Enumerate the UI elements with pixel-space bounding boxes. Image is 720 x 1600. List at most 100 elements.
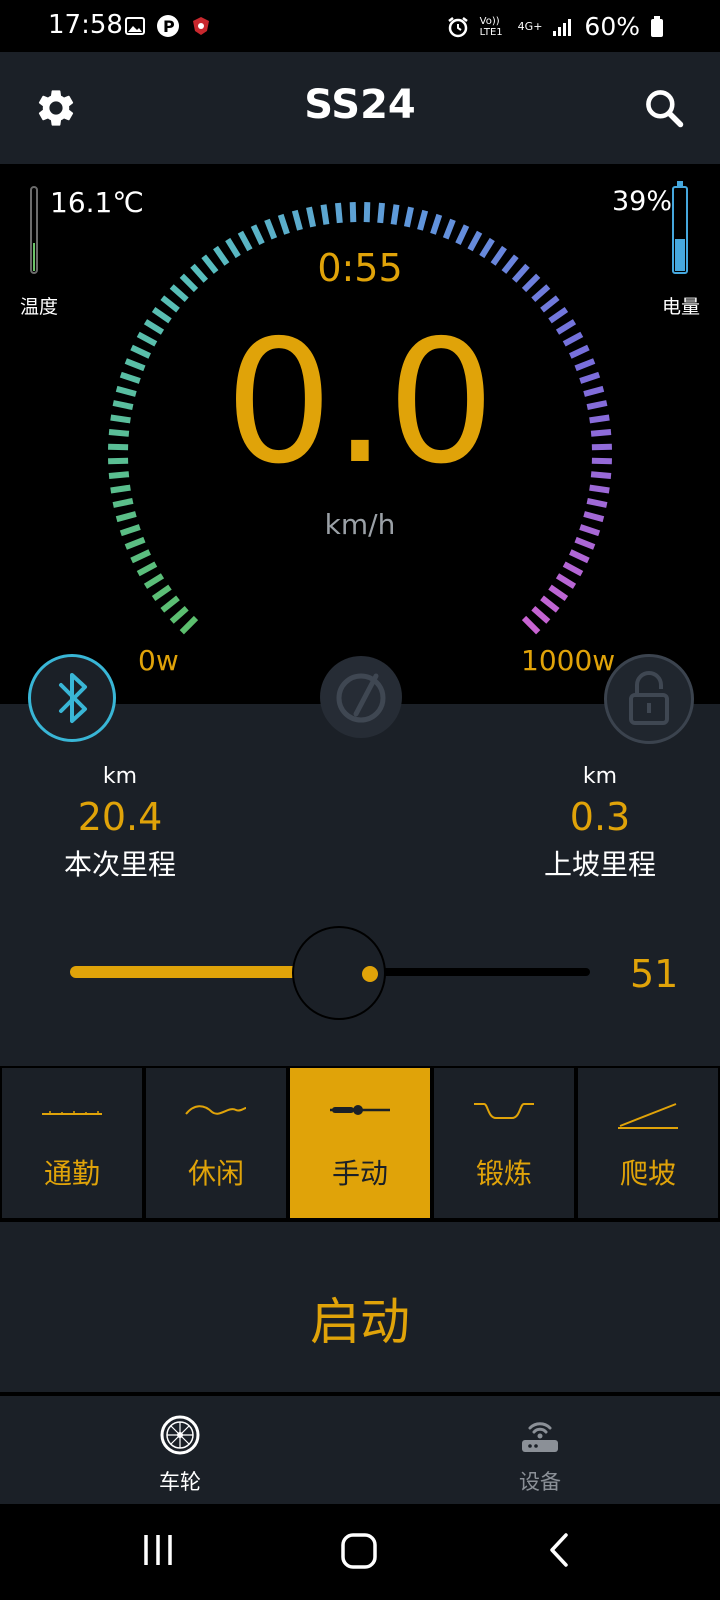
gauge-tick — [169, 605, 189, 624]
tab-device[interactable]: 设备 — [460, 1414, 620, 1496]
assist-slider-knob[interactable] — [292, 926, 386, 1020]
recent-apps-icon[interactable] — [140, 1532, 176, 1568]
gauge-tick — [320, 204, 330, 225]
commute-wave-icon — [42, 1111, 102, 1115]
battery-label: 电量 — [662, 296, 701, 318]
gauge-tick — [335, 202, 343, 224]
gauge-tick — [586, 497, 608, 508]
network-indicator: 4G+ — [517, 20, 543, 33]
mode-label: 通勤 — [43, 1157, 100, 1190]
climb-value: 0.3 — [569, 795, 631, 839]
tab-wheel[interactable]: 车轮 — [100, 1414, 260, 1496]
start-button[interactable]: 启动 — [0, 1282, 720, 1354]
shield-app-icon — [193, 17, 209, 35]
mode-commute[interactable]: 通勤 — [0, 1066, 144, 1220]
gauge-tick — [455, 224, 470, 245]
gauge-tick — [349, 202, 357, 223]
leisure-wave-icon — [185, 1105, 247, 1115]
app-bar: SS24 — [0, 52, 720, 164]
mode-leisure[interactable]: 休闲 — [144, 1066, 288, 1220]
bottom-tab-bar: 车轮 设备 — [0, 1394, 720, 1504]
mode-label: 爬坡 — [619, 1157, 676, 1190]
speed-value: 0.0 — [224, 304, 496, 502]
speed-unit: km/h — [324, 508, 396, 541]
power-min-label: 0w — [138, 644, 179, 677]
gauge-tick — [540, 295, 560, 313]
mode-manual[interactable]: 手动 — [288, 1066, 432, 1220]
climb-slope-icon — [618, 1103, 678, 1129]
status-battery-text: 60% — [584, 12, 640, 41]
bluetooth-icon — [59, 673, 87, 723]
gauge-tick — [442, 218, 456, 240]
exercise-curve-icon — [474, 1103, 534, 1119]
gauge-tick — [291, 209, 303, 231]
gauge-tick — [136, 561, 158, 577]
home-icon[interactable] — [340, 1532, 378, 1570]
gauge-tick — [589, 484, 610, 494]
gauge-tick — [160, 295, 180, 313]
gauge-tick — [548, 584, 569, 601]
gauge-tick — [562, 561, 584, 577]
gauge-tick — [390, 204, 400, 225]
unlock-icon — [629, 671, 669, 725]
svg-text:P: P — [163, 17, 175, 36]
gauge-tick — [250, 224, 265, 245]
climb-label: 上坡里程 — [543, 848, 656, 881]
router-icon — [522, 1422, 558, 1452]
wheel-icon — [160, 1415, 200, 1455]
gauge-tick — [112, 497, 134, 508]
manual-slider-icon — [330, 1105, 390, 1115]
gauge-tick — [403, 206, 414, 228]
gauge-tick — [430, 213, 443, 235]
climb-distance: km 0.3 上坡里程 — [490, 764, 710, 883]
gauge-tick — [363, 202, 371, 223]
status-time: 17:58 — [48, 10, 123, 40]
temperature-value: 16.1℃ — [50, 186, 144, 219]
tab-label: 车轮 — [159, 1470, 201, 1494]
bike-mode-button[interactable] — [320, 656, 402, 738]
mode-label: 手动 — [331, 1157, 388, 1190]
gauge-tick — [521, 615, 541, 635]
volte-indicator: Vo)) LTE1 — [479, 15, 503, 38]
rotate-icon — [336, 673, 386, 723]
gauge-tick — [377, 202, 385, 224]
gauge-tick — [540, 595, 560, 613]
mode-label: 锻炼 — [475, 1157, 532, 1190]
gauge-tick — [306, 206, 317, 228]
tab-label: 设备 — [519, 1470, 561, 1494]
mode-label: 休闲 — [187, 1157, 244, 1190]
assist-slider-value: 51 — [630, 952, 679, 996]
trip-value: 20.4 — [77, 795, 163, 839]
gauge-tick — [555, 573, 577, 589]
trip-distance: km 20.4 本次里程 — [10, 764, 230, 883]
back-icon[interactable] — [546, 1532, 574, 1568]
battery-icon — [651, 15, 663, 37]
gauge-tick — [264, 218, 278, 240]
battery-percent: 39% — [612, 186, 673, 217]
gauge-tick — [417, 209, 429, 231]
gauge-tick — [277, 213, 290, 235]
mode-exercise[interactable]: 锻炼 — [432, 1066, 576, 1220]
gauge-tick — [143, 573, 165, 589]
gauge-tick — [179, 615, 199, 635]
search-icon[interactable] — [642, 86, 686, 130]
system-nav-bar — [0, 1504, 720, 1600]
mode-selector: 通勤 休闲 手动 锻炼 爬坡 — [0, 1066, 720, 1220]
lock-button[interactable] — [604, 654, 694, 744]
gauge-tick — [531, 605, 551, 624]
alarm-icon — [447, 16, 468, 37]
signal-icon — [553, 18, 572, 36]
trip-unit: km — [102, 764, 138, 789]
gauge-tick — [160, 595, 180, 613]
gallery-icon — [125, 17, 145, 35]
gauge-tick — [151, 584, 172, 601]
ride-timer: 0:55 — [317, 246, 403, 290]
mode-climb[interactable]: 爬坡 — [576, 1066, 720, 1220]
bluetooth-button[interactable] — [28, 654, 116, 742]
gauge-tick — [130, 549, 151, 564]
parking-icon: P — [157, 15, 179, 37]
trip-label: 本次里程 — [63, 848, 176, 881]
temperature-label: 温度 — [20, 296, 59, 318]
page-title: SS24 — [304, 82, 416, 128]
gauge-tick — [110, 484, 131, 494]
